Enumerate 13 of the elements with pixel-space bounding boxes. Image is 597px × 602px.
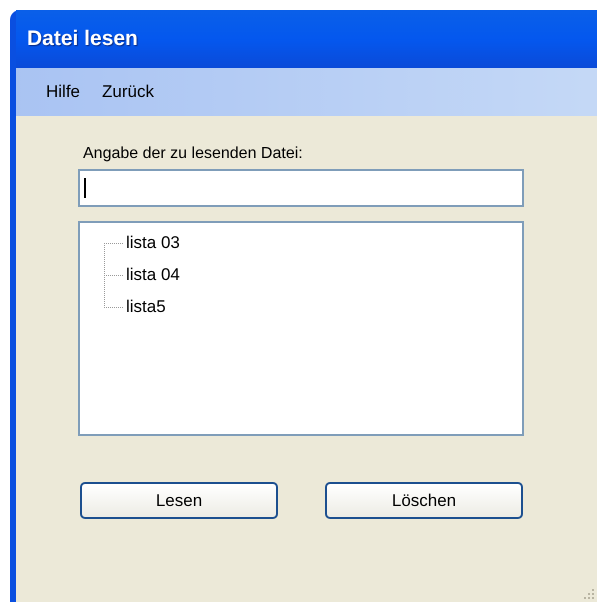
tree-item[interactable]: lista5	[126, 294, 166, 320]
field-label: Angabe der zu lesenden Datei:	[82, 144, 304, 164]
tree-lines-drawing	[104, 243, 123, 308]
action-button[interactable]: Löschen	[325, 482, 523, 519]
tree-item[interactable]: lista 04	[126, 262, 180, 288]
file-input-field[interactable]	[78, 169, 524, 207]
menu-item[interactable]: Zurück	[102, 79, 154, 105]
action-button[interactable]: Lesen	[80, 482, 278, 519]
window-title: Datei lesen	[27, 26, 138, 52]
resize-grip-icon	[583, 588, 595, 600]
text-cursor	[84, 178, 86, 198]
menu-item[interactable]: Hilfe	[46, 79, 80, 105]
tree-item[interactable]: lista 03	[126, 230, 180, 256]
